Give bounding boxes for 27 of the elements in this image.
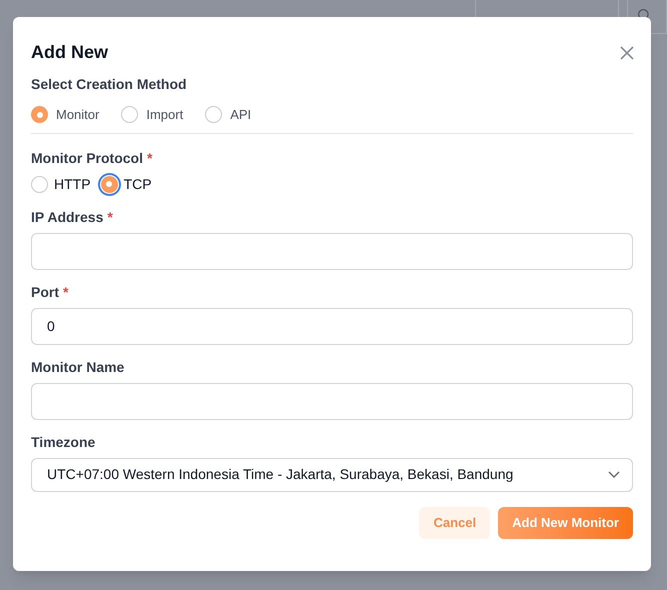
required-mark: * (63, 282, 68, 302)
input-field[interactable]: 0 (31, 308, 633, 344)
required-mark: * (147, 148, 152, 168)
radio-button[interactable] (205, 106, 222, 124)
close-icon (619, 44, 635, 60)
close-button[interactable] (619, 44, 635, 60)
input-field[interactable] (31, 382, 633, 420)
field-label: Timezone (31, 432, 96, 452)
field-label: Monitor Protocol (31, 148, 143, 168)
radio-button[interactable] (121, 106, 138, 124)
radio-button[interactable] (100, 176, 118, 192)
input-field[interactable] (31, 232, 633, 270)
radio-label: TCP (124, 174, 152, 194)
radio-label: API (230, 106, 252, 124)
dialog-title: Add New (31, 41, 108, 64)
radio-button[interactable] (31, 176, 48, 192)
radio-label: Monitor (56, 106, 100, 124)
radio-button[interactable] (31, 106, 48, 124)
field-label: IP Address (31, 208, 104, 226)
section-label: Select Creation Method (31, 75, 188, 94)
radio-label: Import (146, 106, 184, 124)
field-label: Monitor Name (31, 358, 124, 376)
radio-label: HTTP (54, 174, 91, 194)
timezone-select[interactable]: UTC+07:00 Western Indonesia Time - Jakarta, Surabaya, Bekasi, Bandung (31, 458, 633, 492)
field-label: Port (31, 282, 59, 302)
required-mark: * (107, 208, 113, 226)
chevron-down-icon (608, 470, 620, 478)
